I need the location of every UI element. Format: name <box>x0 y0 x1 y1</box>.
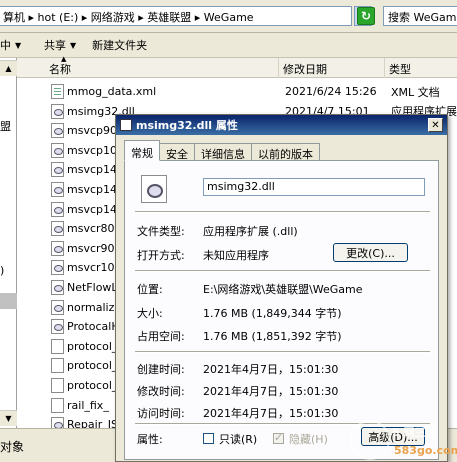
file-name: protocol_ <box>67 379 118 392</box>
file-date: 2021/6/24 15:26 <box>285 85 377 98</box>
xml-file-icon <box>51 84 64 99</box>
column-header-row: ▲ 名称 修改日期 类型 <box>17 55 457 78</box>
open-with-label: 打开方式: <box>137 249 185 262</box>
attributes-label: 属性: <box>137 433 163 446</box>
dll-file-icon <box>141 175 167 203</box>
command-toolbar: 中 ▼ 共享 ▼ 新建文件夹 <box>0 33 457 58</box>
chevron-down-icon: ▼ <box>15 40 22 50</box>
accessed-label: 访问时间: <box>137 407 185 420</box>
refresh-icon[interactable]: ↻ <box>357 7 375 25</box>
file-file-icon <box>51 397 64 413</box>
file-file-icon <box>51 338 64 354</box>
file-name: rail_fix_ <box>67 398 109 412</box>
navigation-pane[interactable]: ▲ 盟 ) ▼ <box>0 58 17 428</box>
tab-security[interactable]: 安全 <box>159 143 195 161</box>
dll-file-icon <box>51 123 64 139</box>
organize-label: 中 <box>0 39 11 52</box>
location-label: 位置: <box>137 283 163 296</box>
created-value: 2021年4月7日，15:01:30 <box>203 363 339 376</box>
chevron-down-icon: ▼ <box>70 40 77 50</box>
hidden-label[interactable]: 隐藏(H) <box>289 431 328 447</box>
readonly-label[interactable]: 只读(R) <box>219 431 257 447</box>
file-name: protocol_ <box>67 359 118 373</box>
nav-item-label[interactable]: ) <box>0 264 4 277</box>
dll-file-icon <box>51 299 64 315</box>
dll-file-icon <box>51 319 64 335</box>
file-name: protocol_ <box>67 339 118 353</box>
share-button[interactable]: 共享 ▼ <box>36 37 84 53</box>
created-label: 创建时间: <box>137 363 185 376</box>
divider <box>135 351 430 353</box>
new-folder-label: 新建文件夹 <box>92 39 148 52</box>
modified-label: 修改时间: <box>137 385 185 398</box>
divider <box>135 270 430 272</box>
sort-ascending-icon: ▲ <box>61 55 67 63</box>
file-type-value: 应用程序扩展 (.dll) <box>203 225 298 238</box>
address-field[interactable]: 算机 ▸ hot (E:) ▸ 网络游戏 ▸ 英雄联盟 ▸ WeGame <box>0 6 352 26</box>
address-bar-area: 算机 ▸ hot (E:) ▸ 网络游戏 ▸ 英雄联盟 ▸ WeGame ▼ ↻… <box>0 0 457 33</box>
column-type[interactable]: 类型 <box>385 58 457 78</box>
tab-strip: 常规 安全 详细信息 以前的版本 <box>124 140 320 161</box>
file-type: XML 文档 <box>391 85 440 99</box>
nav-item-selected[interactable] <box>0 293 17 309</box>
file-name: ProtocalH <box>67 320 120 334</box>
file-row[interactable]: mmog_data.xml 2021/6/24 15:26 XML 文档 <box>17 82 457 101</box>
scroll-down-icon[interactable]: ▼ <box>0 410 17 426</box>
hidden-checkbox[interactable] <box>273 431 284 444</box>
readonly-checkbox[interactable] <box>203 433 214 444</box>
dll-file-icon <box>51 240 64 256</box>
file-name: normaliz. <box>67 300 118 314</box>
file-type-label: 文件类型: <box>137 225 185 238</box>
close-icon[interactable]: ✕ <box>428 118 443 132</box>
column-name[interactable]: ▲ 名称 <box>17 55 279 78</box>
share-label: 共享 <box>44 39 66 52</box>
properties-dialog: msimg32.dll 属性 ✕ 常规 安全 详细信息 以前的版本 msimg3… <box>115 114 448 462</box>
dll-file-icon <box>51 260 64 276</box>
location-value: E:\网络游戏\英雄联盟\WeGame <box>203 283 363 296</box>
file-file-icon <box>51 378 64 393</box>
change-button[interactable]: 更改(C)... <box>333 243 408 262</box>
dll-file-icon <box>51 201 64 217</box>
file-name: mmog_data.xml <box>67 85 157 98</box>
modified-value: 2021年4月7日，15:01:30 <box>203 385 339 398</box>
new-folder-button[interactable]: 新建文件夹 <box>84 37 155 53</box>
dialog-title: msimg32.dll 属性 <box>136 119 238 132</box>
dll-file-icon <box>51 103 64 119</box>
dll-file-icon <box>51 162 64 178</box>
dialog-titlebar[interactable]: msimg32.dll 属性 ✕ <box>116 115 447 135</box>
general-tab-panel: msimg32.dll 文件类型: 应用程序扩展 (.dll) 打开方式: 未知… <box>124 160 439 460</box>
tab-previous-versions[interactable]: 以前的版本 <box>251 143 320 161</box>
status-text: 对象 <box>0 440 25 454</box>
scroll-up-icon[interactable]: ▲ <box>0 60 17 76</box>
dll-file-icon <box>51 280 64 295</box>
file-name-field[interactable]: msimg32.dll <box>203 178 425 196</box>
search-input[interactable]: 搜索 WeGame <box>383 6 457 26</box>
file-file-icon <box>51 358 64 374</box>
divider <box>135 423 430 425</box>
dll-file-icon <box>51 182 64 197</box>
nav-item-label[interactable]: 盟 <box>0 118 11 134</box>
tab-general[interactable]: 常规 <box>124 140 160 161</box>
column-date[interactable]: 修改日期 <box>279 58 385 78</box>
size-on-disk-value: 1.76 MB (1,851,392 字节) <box>203 330 342 343</box>
divider <box>135 211 430 213</box>
advanced-button[interactable]: 高级(D)... <box>361 427 425 446</box>
dll-file-icon <box>51 142 64 158</box>
accessed-value: 2021年4月7日，15:01:30 <box>203 407 339 420</box>
file-name: msvcp90. <box>67 124 121 138</box>
organize-button[interactable]: 中 ▼ <box>0 37 36 53</box>
size-value: 1.76 MB (1,849,344 字节) <box>203 307 342 320</box>
tab-details[interactable]: 详细信息 <box>194 143 252 161</box>
open-with-value: 未知应用程序 <box>203 249 269 262</box>
dll-file-icon <box>51 221 64 237</box>
size-on-disk-label: 占用空间: <box>137 330 185 343</box>
dll-file-icon <box>120 119 132 131</box>
size-label: 大小: <box>137 307 163 320</box>
